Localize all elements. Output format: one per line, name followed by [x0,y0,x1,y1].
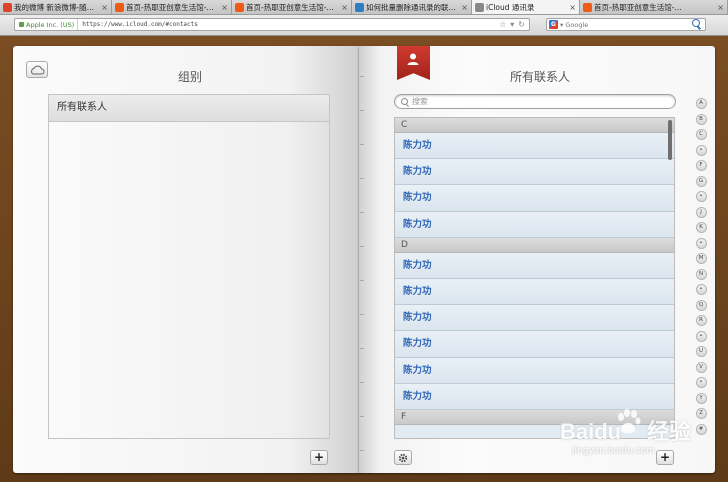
site-identity-label: Apple Inc. (US) [26,20,75,29]
url-actions: ☆ ▾ ↻ [499,19,525,30]
browser-tab[interactable]: 首页-热耶亚创意生活馆-… × [232,0,352,14]
alphabet-index-item[interactable]: • [695,191,707,203]
close-tab-icon[interactable]: × [717,3,724,12]
contact-row[interactable]: 陈力功 [395,383,674,410]
book-spine [360,76,364,456]
alphabet-index-item[interactable]: Y [695,392,707,404]
close-tab-icon[interactable]: × [341,3,348,12]
alphabet-index-item[interactable]: Q [695,299,707,311]
browser-tab[interactable]: 首页-热耶亚创意生活馆-… × [112,0,232,14]
group-item-all-contacts[interactable]: 所有联系人 [49,95,329,122]
browser-tab-title: 我的微博 新浪微博-随时… [14,2,100,12]
close-tab-icon[interactable]: × [221,3,228,12]
section-header: F [395,409,674,425]
close-tab-icon[interactable]: × [569,3,576,12]
alphabet-index-item[interactable]: N [695,268,707,280]
alphabet-index-item[interactable]: J [695,206,707,218]
alphabet-index-item[interactable]: • [695,237,707,249]
google-icon[interactable]: G [549,20,558,29]
weibo-favicon-icon [3,2,12,12]
contact-row[interactable]: 陈力功 [395,357,674,384]
add-group-button[interactable]: + [310,450,328,465]
person-icon [407,53,419,65]
contact-search-placeholder: 搜索 [412,97,428,106]
alphabet-index-item[interactable]: A [695,98,707,109]
contact-search-input[interactable]: 搜索 [394,94,676,109]
alphabet-index[interactable]: A B C • F G • J K • M N • Q R • U V • Y Z # [694,98,708,435]
groups-title: 组别 [177,70,202,84]
browser-tab-strip: 我的微博 新浪微博-随时… × 首页-热耶亚创意生活馆-… × 首页-热耶亚创意生活馆-… [0,0,728,15]
contact-row[interactable]: 陈力功 [395,252,674,279]
section-header: D [395,237,674,253]
browser-tab[interactable]: 如何批量删除通讯录的联… × [352,0,472,14]
search-go-icon[interactable] [692,19,700,27]
alphabet-index-item[interactable]: C [695,129,707,141]
gear-icon [398,453,408,462]
icloud-home-button[interactable] [26,61,48,78]
alphabet-index-item[interactable]: U [695,346,707,358]
search-engine-placeholder: Google [565,20,589,29]
browser-tab[interactable]: iCloud 通讯录 × [472,0,580,14]
alphabet-index-item[interactable]: V [695,361,707,373]
dropdown-arrow-icon[interactable]: ▾ [510,20,514,29]
search-engine-box[interactable]: G ▾ Google [546,18,706,31]
alphabet-index-item[interactable]: • [695,330,707,342]
contacts-scrollbar[interactable] [668,120,672,160]
alphabet-index-item[interactable]: F [695,160,707,172]
taobao-favicon-icon [235,2,244,12]
taobao-favicon-icon [583,2,592,12]
address-bar[interactable]: Apple Inc. (US) https://www.icloud.com/#… [14,18,530,31]
add-contact-button[interactable]: + [656,450,674,465]
alphabet-index-item[interactable]: B [695,113,707,125]
alphabet-index-item[interactable]: R [695,315,707,327]
contact-row[interactable]: 陈力功 [395,278,674,306]
contacts-title: 所有联系人 [509,70,570,84]
search-icon [401,98,408,105]
search-engine-dropdown-icon[interactable]: ▾ [560,21,563,29]
browser-tab-title: iCloud 通讯录 [486,2,535,12]
groups-list: 所有联系人 [48,94,330,439]
alphabet-index-item[interactable]: Z [695,408,707,420]
baidu-jingyan-favicon-icon [355,2,364,12]
bookmark-star-icon[interactable]: ☆ [499,20,506,29]
browser-tab[interactable]: 首页-热耶亚创意生活馆-… × [580,0,728,14]
browser-tab[interactable]: 我的微博 新浪微博-随时… × [0,0,112,14]
browser-tab-title: 首页-热耶亚创意生活馆-… [246,2,334,12]
browser-tab-title: 如何批量删除通讯录的联… [366,2,456,12]
alphabet-index-item[interactable]: K [695,222,707,234]
url-text[interactable]: https://www.icloud.com/#contacts [78,21,198,28]
alphabet-index-item[interactable]: G [695,175,707,187]
alphabet-index-item[interactable]: • [695,144,707,156]
close-tab-icon[interactable]: × [101,3,108,12]
contact-row[interactable]: 陈力功 [395,211,674,238]
contact-row[interactable]: 陈力功 [395,305,674,332]
apple-favicon-icon [475,2,484,12]
alphabet-index-item[interactable]: # [695,423,707,435]
contact-row[interactable]: 陈力功 [395,185,674,212]
alphabet-index-item[interactable]: M [695,253,707,265]
alphabet-index-item[interactable]: • [695,284,707,296]
browser-tab-title: 首页-热耶亚创意生活馆-… [594,2,682,12]
taobao-favicon-icon [115,2,124,12]
contact-row[interactable]: 陈力功 [395,133,674,160]
contacts-list[interactable]: C 陈力功 陈力功 陈力功 陈力功 D 陈力功 陈力功 陈力功 陈力功 陈力功 陈力功 F [394,117,675,439]
lock-icon [19,22,24,27]
reload-icon[interactable]: ↻ [518,20,525,29]
site-identity[interactable]: Apple Inc. (US) [15,19,79,30]
contact-row[interactable]: 陈力功 [395,159,674,186]
contact-row[interactable]: 陈力功 [395,331,674,358]
settings-button[interactable] [394,450,412,465]
cloud-icon [31,65,45,74]
close-tab-icon[interactable]: × [461,3,468,12]
section-header: C [395,118,674,133]
browser-tab-title: 首页-热耶亚创意生活馆-… [126,2,214,12]
alphabet-index-item[interactable]: • [695,377,707,389]
navigation-bar: Apple Inc. (US) https://www.icloud.com/#… [0,15,728,36]
